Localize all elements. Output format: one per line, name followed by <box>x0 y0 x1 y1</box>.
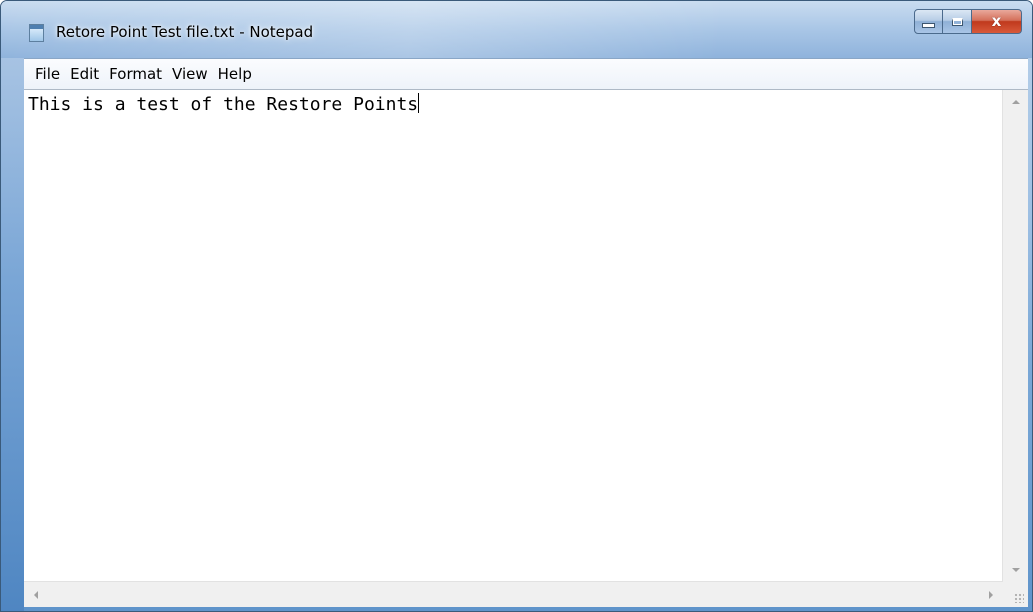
editor-area[interactable]: This is a test of the Restore Points <box>24 89 1028 607</box>
horizontal-scrollbar[interactable] <box>24 581 1003 607</box>
menu-bar: File Edit Format View Help <box>24 58 1028 89</box>
size-grip-icon <box>1014 593 1024 603</box>
menu-view[interactable]: View <box>167 61 213 87</box>
vertical-scrollbar[interactable] <box>1002 90 1028 582</box>
minimize-icon <box>922 23 935 28</box>
notepad-icon[interactable] <box>29 24 44 42</box>
close-icon: x <box>991 12 1002 30</box>
maximize-button[interactable] <box>943 9 972 34</box>
scroll-left-icon[interactable] <box>34 591 38 599</box>
close-button[interactable]: x <box>972 9 1022 34</box>
scroll-up-icon[interactable] <box>1012 100 1020 104</box>
maximize-icon <box>951 17 963 26</box>
caption-buttons: x <box>914 9 1022 34</box>
text-content-area[interactable]: This is a test of the Restore Points <box>24 90 1003 582</box>
document-text: This is a test of the Restore Points <box>28 94 419 115</box>
minimize-button[interactable] <box>914 9 943 34</box>
scroll-down-icon[interactable] <box>1012 568 1020 572</box>
menu-file[interactable]: File <box>30 61 65 87</box>
menu-help[interactable]: Help <box>213 61 257 87</box>
window-title: Retore Point Test file.txt - Notepad <box>56 23 314 41</box>
window-frame-left <box>1 58 24 611</box>
text-caret <box>418 93 420 113</box>
menu-edit[interactable]: Edit <box>65 61 104 87</box>
title-bar[interactable]: Retore Point Test file.txt - Notepad x <box>1 1 1032 58</box>
menu-format[interactable]: Format <box>104 61 167 87</box>
size-grip[interactable] <box>1003 582 1028 607</box>
scroll-right-icon[interactable] <box>989 591 993 599</box>
notepad-window: Retore Point Test file.txt - Notepad x F… <box>0 0 1033 612</box>
